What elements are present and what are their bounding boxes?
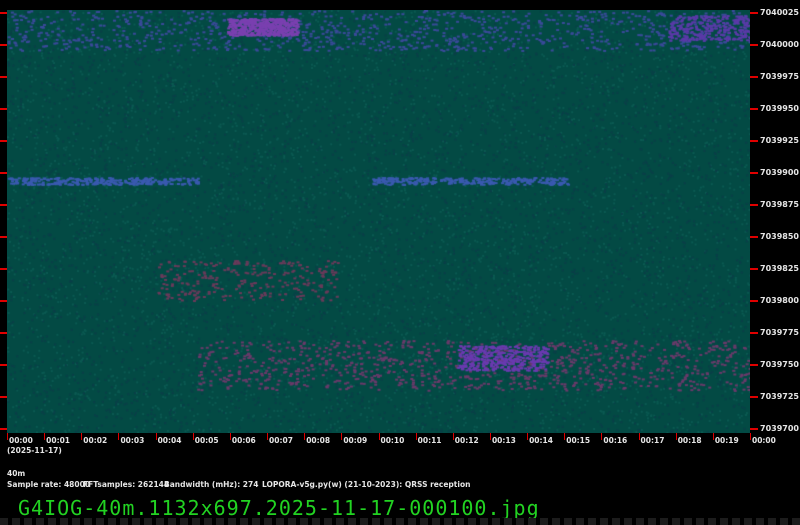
x-tick <box>601 433 603 440</box>
y-tick-left <box>0 428 7 430</box>
x-tick <box>155 433 157 440</box>
x-tick-label: 00:06 <box>231 436 256 445</box>
x-tick <box>415 433 417 440</box>
bandwidth: Bandwidth (mHz): 274 <box>164 480 259 489</box>
y-tick-right <box>750 108 758 110</box>
y-tick-right <box>750 140 758 142</box>
y-tick-label: 7039875 <box>760 200 799 209</box>
y-tick-left <box>0 300 7 302</box>
y-tick-label: 7039925 <box>760 136 799 145</box>
x-tick-label: 00:03 <box>120 436 145 445</box>
y-tick-right <box>750 428 758 430</box>
x-tick <box>564 433 566 440</box>
y-tick-right <box>750 236 758 238</box>
x-tick-label: 00:18 <box>677 436 702 445</box>
y-tick-right <box>750 172 758 174</box>
y-tick-left <box>0 108 7 110</box>
x-tick-label: 00:15 <box>566 436 591 445</box>
y-tick-label: 7039850 <box>760 232 799 241</box>
y-tick-label: 7039825 <box>760 264 799 273</box>
x-tick-label: 00:10 <box>380 436 405 445</box>
x-tick-label: 00:01 <box>46 436 71 445</box>
y-tick-label: 7039800 <box>760 296 799 305</box>
y-tick-label: 7039700 <box>760 424 799 433</box>
y-tick-label: 7040000 <box>760 40 799 49</box>
x-tick-label: 00:11 <box>417 436 442 445</box>
x-tick <box>44 433 46 440</box>
software-info: LOPORA-v5g.py(w) (21-10-2023): QRSS rece… <box>262 480 471 489</box>
spectrogram-plot <box>7 10 750 433</box>
y-tick-right <box>750 76 758 78</box>
x-tick-label: 00:16 <box>603 436 628 445</box>
sample-rate: Sample rate: 48000 <box>7 480 91 489</box>
y-tick-label: 7039950 <box>760 104 799 113</box>
y-tick-left <box>0 76 7 78</box>
y-tick-right <box>750 364 758 366</box>
x-tick <box>192 433 194 440</box>
x-tick <box>527 433 529 440</box>
y-tick-right <box>750 332 758 334</box>
y-tick-right <box>750 396 758 398</box>
x-tick-label: 00:00 <box>9 436 33 445</box>
x-tick <box>452 433 454 440</box>
y-tick-label: 7040025 <box>760 8 799 17</box>
y-tick-right <box>750 44 758 46</box>
band-label: 40m <box>7 469 26 478</box>
x-tick-label: 00:02 <box>83 436 108 445</box>
y-tick-label: 7039725 <box>760 392 799 401</box>
footer-pattern <box>0 518 800 525</box>
x-tick <box>304 433 306 440</box>
y-tick-label: 7039775 <box>760 328 799 337</box>
y-tick-label: 7039750 <box>760 360 799 369</box>
y-tick-right <box>750 12 758 14</box>
y-tick-left <box>0 332 7 334</box>
fft-samples: FFTsamples: 262144 <box>83 480 170 489</box>
y-tick-left <box>0 44 7 46</box>
x-tick-label: 00:08 <box>306 436 331 445</box>
x-tick <box>341 433 343 440</box>
x-tick-label: 00:04 <box>157 436 182 445</box>
x-tick <box>675 433 677 440</box>
x-tick <box>7 433 8 440</box>
x-tick <box>81 433 83 440</box>
x-tick <box>750 433 751 440</box>
x-tick <box>118 433 120 440</box>
y-tick-left <box>0 204 7 206</box>
y-tick-left <box>0 268 7 270</box>
y-tick-left <box>0 396 7 398</box>
y-tick-left <box>0 364 7 366</box>
x-tick <box>638 433 640 440</box>
y-tick-label: 7039900 <box>760 168 799 177</box>
x-tick-label: 00:17 <box>640 436 665 445</box>
y-tick-right <box>750 300 758 302</box>
x-tick-label: 00:05 <box>194 436 219 445</box>
x-tick-label: 00:00 <box>752 436 776 445</box>
filename-caption: G4IOG-40m.1132x697.2025-11-17-000100.jpg <box>18 496 540 520</box>
date-label: (2025-11-17) <box>7 446 62 455</box>
y-tick-left <box>0 236 7 238</box>
x-tick-label: 00:13 <box>491 436 516 445</box>
x-tick <box>489 433 491 440</box>
x-tick-label: 00:14 <box>529 436 553 445</box>
x-tick-label: 00:19 <box>714 436 739 445</box>
x-tick <box>267 433 269 440</box>
y-tick-left <box>0 140 7 142</box>
x-tick <box>229 433 231 440</box>
spectrogram-waterfall <box>7 10 750 433</box>
x-tick <box>712 433 714 440</box>
y-tick-left <box>0 172 7 174</box>
y-tick-label: 7039975 <box>760 72 799 81</box>
y-tick-right <box>750 204 758 206</box>
y-tick-left <box>0 12 7 14</box>
y-tick-right <box>750 268 758 270</box>
x-tick-label: 00:07 <box>269 436 293 445</box>
x-tick-label: 00:12 <box>454 436 479 445</box>
x-tick-label: 00:09 <box>343 436 368 445</box>
x-tick <box>378 433 380 440</box>
